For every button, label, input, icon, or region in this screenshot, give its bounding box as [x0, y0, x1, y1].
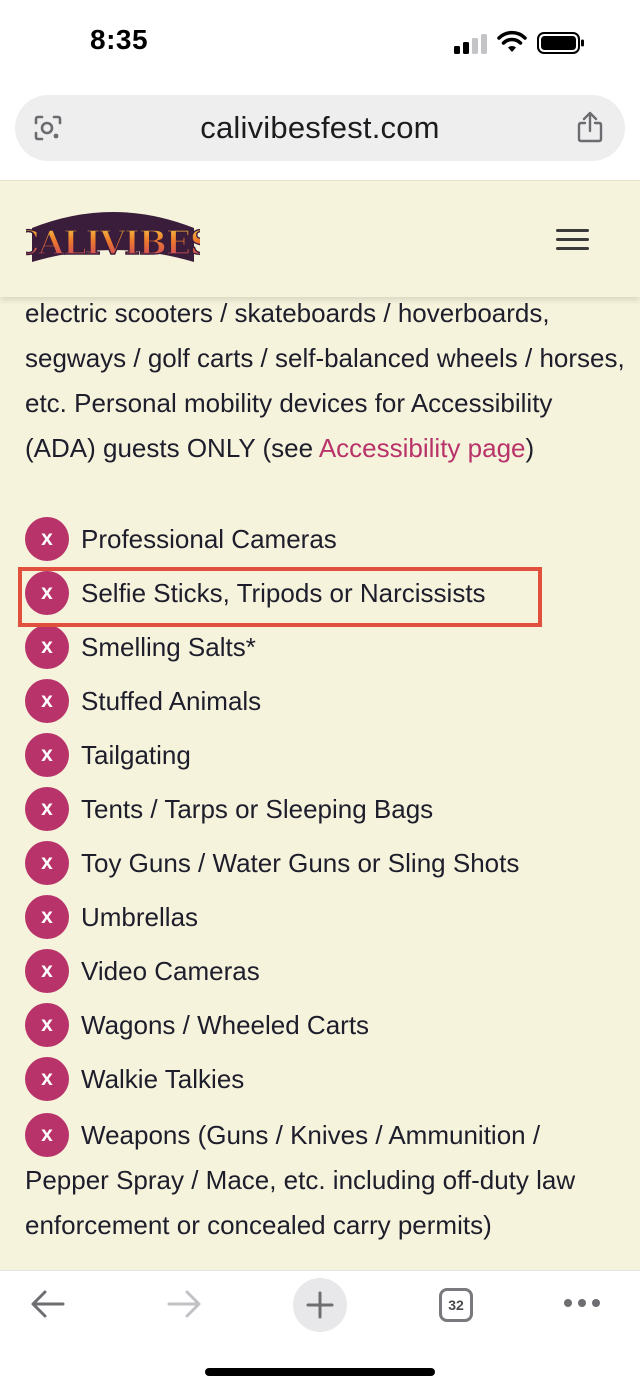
battery-icon: [537, 32, 584, 54]
x-badge-icon: x: [25, 841, 69, 885]
list-item-label: Video Cameras: [81, 956, 260, 986]
list-item-label: Stuffed Animals: [81, 686, 262, 716]
status-bar: 8:35: [0, 0, 640, 90]
logo-text: CALIVIBES: [26, 223, 200, 262]
status-time: 8:35: [90, 24, 149, 55]
list-item: x Tailgating: [25, 733, 625, 777]
x-badge-icon: x: [25, 787, 69, 831]
address-bar[interactable]: calivibesfest.com: [15, 95, 625, 161]
browser-address-area: calivibesfest.com: [0, 90, 640, 180]
x-badge-icon: x: [25, 517, 69, 561]
list-item: x Umbrellas: [25, 895, 625, 939]
list-item: x Professional Cameras: [25, 517, 625, 561]
x-badge-icon: x: [25, 1113, 69, 1158]
list-item: x Toy Guns / Water Guns or Sling Shots: [25, 841, 625, 885]
intro-paragraph: electric scooters / skateboards / hoverb…: [25, 291, 625, 471]
list-item-label: Professional Cameras: [81, 524, 337, 554]
new-tab-button[interactable]: [293, 1278, 347, 1332]
more-icon[interactable]: [564, 1299, 600, 1309]
list-item-label: Umbrellas: [81, 902, 199, 932]
cellular-signal-icon: [454, 34, 488, 54]
prohibited-items-content: electric scooters / skateboards / hoverb…: [25, 291, 625, 471]
accessibility-page-link[interactable]: Accessibility page: [319, 433, 526, 463]
x-badge-icon: x: [25, 679, 69, 723]
plus-icon: [306, 1291, 334, 1319]
list-item-label: Wagons / Wheeled Carts: [81, 1010, 370, 1040]
url-text[interactable]: calivibesfest.com: [15, 110, 625, 146]
web-page: CALIVIBES electric scooters / skateboard…: [0, 180, 640, 1270]
x-badge-icon: x: [25, 949, 69, 993]
hamburger-menu-icon[interactable]: [556, 229, 589, 251]
x-badge-icon: x: [25, 625, 69, 669]
list-item: x Smelling Salts*: [25, 625, 625, 669]
list-item-weapons: x Weapons (Guns / Knives / Ammunition / P…: [25, 1113, 625, 1248]
x-badge-icon: x: [25, 733, 69, 777]
list-item-label: Tents / Tarps or Sleeping Bags: [81, 794, 434, 824]
forward-arrow-icon[interactable]: [166, 1289, 202, 1319]
x-badge-icon: x: [25, 1003, 69, 1047]
tabs-button[interactable]: 32: [439, 1288, 473, 1322]
list-item-label: Smelling Salts*: [81, 632, 256, 662]
list-item: x Tents / Tarps or Sleeping Bags: [25, 787, 625, 831]
browser-toolbar: 32: [0, 1270, 640, 1387]
share-icon[interactable]: [577, 111, 603, 143]
wifi-icon: [497, 30, 527, 52]
home-indicator: [205, 1368, 435, 1376]
list-item-label: Toy Guns / Water Guns or Sling Shots: [81, 848, 520, 878]
list-item: x Walkie Talkies: [25, 1057, 625, 1101]
list-item-label: Weapons (Guns / Knives / Ammunition / Pe…: [25, 1120, 576, 1240]
x-badge-icon: x: [25, 895, 69, 939]
list-item: x Stuffed Animals: [25, 679, 625, 723]
calivibes-logo[interactable]: CALIVIBES: [26, 198, 200, 278]
list-item: x Wagons / Wheeled Carts: [25, 1003, 625, 1047]
back-arrow-icon[interactable]: [30, 1289, 66, 1319]
list-item-label: Tailgating: [81, 740, 191, 770]
highlight-box: [18, 567, 542, 627]
list-item: x Video Cameras: [25, 949, 625, 993]
list-item-label: Walkie Talkies: [81, 1064, 245, 1094]
site-header: CALIVIBES: [0, 180, 640, 297]
x-badge-icon: x: [25, 1057, 69, 1101]
intro-close: ): [525, 433, 535, 463]
